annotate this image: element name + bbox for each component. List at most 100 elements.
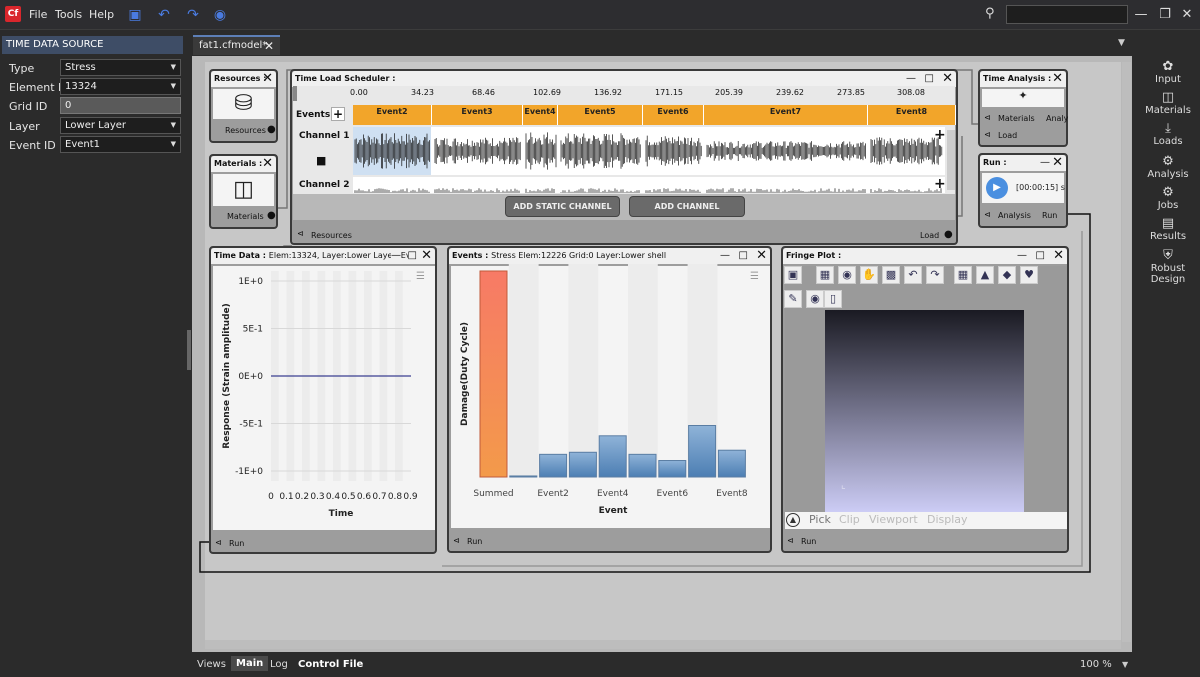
input-port-icon[interactable]: ⊲ [787, 536, 794, 545]
restore-icon[interactable]: ❐ [1156, 6, 1174, 24]
play-button[interactable]: ▶ [986, 177, 1008, 199]
menu-file[interactable]: File [29, 8, 47, 21]
camera-icon[interactable]: ◉ [211, 6, 229, 24]
close-icon[interactable]: ✕ [1178, 6, 1196, 24]
palette-icon[interactable]: ◆ [998, 266, 1016, 284]
minimize-icon[interactable]: — [1017, 248, 1027, 264]
event-block-2[interactable]: Event2 [353, 105, 432, 125]
close-icon[interactable]: ✕ [264, 37, 274, 55]
menu-tools[interactable]: Tools [55, 8, 82, 21]
panel-splitter[interactable] [187, 330, 191, 370]
heart-icon[interactable]: ♥ [1020, 266, 1038, 284]
person-icon[interactable]: ▲ [976, 266, 994, 284]
event-block-6[interactable]: Event6 [643, 105, 704, 125]
save-icon[interactable]: ▣ [126, 6, 144, 24]
zoom-box-icon[interactable]: ▩ [882, 266, 900, 284]
tab-log[interactable]: Log [270, 659, 288, 670]
input-port-icon[interactable]: ⊲ [984, 113, 991, 122]
clip-tab[interactable]: Clip [839, 513, 860, 526]
close-icon[interactable]: ✕ [942, 71, 953, 87]
grid-id-field[interactable]: 0 [60, 97, 181, 114]
fit-view-icon[interactable]: ▦ [816, 266, 834, 284]
materials-node[interactable]: Materials : ✕ ◫ Materials ● [209, 154, 278, 229]
element-id-select[interactable]: 13324 ▼ [60, 78, 181, 95]
close-icon[interactable]: ✕ [421, 248, 432, 264]
add-static-channel-button[interactable]: ADD STATIC CHANNEL [505, 196, 620, 217]
undo-icon[interactable]: ↶ [155, 6, 173, 24]
trash-icon[interactable]: ■ [316, 154, 326, 167]
close-icon[interactable]: ✕ [1053, 248, 1064, 264]
pan-icon[interactable]: ✋ [860, 266, 878, 284]
minimize-icon[interactable]: — [1040, 155, 1050, 171]
tab-menu-icon[interactable]: ▼ [1118, 38, 1125, 48]
add-event-button[interactable]: + [331, 107, 345, 121]
event-id-select[interactable]: Event1 ▼ [60, 136, 181, 153]
sidebar-item-jobs[interactable]: ⚙ Jobs [1136, 186, 1200, 212]
input-port-icon[interactable]: ⊲ [984, 210, 991, 219]
close-icon[interactable]: ✕ [1052, 155, 1063, 171]
view-cube-icon[interactable]: ▣ [784, 266, 802, 284]
channel-1-track[interactable] [353, 127, 945, 175]
add-channel-2-icon[interactable]: + [934, 176, 946, 192]
time-analysis-node[interactable]: Time Analysis : ✕ ✦ ⊲ Materials Analy ⊲ L… [978, 69, 1068, 147]
close-icon[interactable]: ✕ [262, 156, 273, 172]
event-block-7[interactable]: Event7 [704, 105, 868, 125]
minimize-icon[interactable]: — [391, 248, 401, 264]
input-port-icon[interactable]: ⊲ [297, 229, 304, 238]
event-block-4[interactable]: Event4 [523, 105, 558, 125]
tab-control-file[interactable]: Control File [298, 659, 363, 670]
tab-main[interactable]: Main [231, 656, 269, 671]
output-port-icon[interactable]: ● [944, 229, 953, 240]
collapse-icon[interactable]: ▲ [786, 513, 800, 527]
add-channel-button[interactable]: ADD CHANNEL [629, 196, 745, 217]
grid-icon[interactable]: ▦ [954, 266, 972, 284]
input-port-icon[interactable]: ⊲ [215, 538, 222, 547]
resources-node[interactable]: Resources : ✕ ⛁ Resources ● [209, 69, 278, 143]
search-input[interactable] [1006, 5, 1128, 24]
display-tab[interactable]: Display [927, 513, 968, 526]
zoom-level[interactable]: 100 % [1080, 659, 1112, 670]
layer-select[interactable]: Lower Layer ▼ [60, 117, 181, 134]
input-port-icon[interactable]: ⊲ [453, 536, 460, 545]
rotate-icon[interactable]: ◉ [838, 266, 856, 284]
output-port-icon[interactable]: ● [267, 124, 276, 135]
run-node[interactable]: Run : — ✕ ▶ [00:00:15] s ⊲ Analysis Run [978, 153, 1068, 228]
sidebar-item-analysis[interactable]: ⚙ Analysis [1136, 155, 1200, 181]
sidebar-item-loads[interactable]: ⤓ Loads [1136, 122, 1200, 148]
input-port-icon[interactable]: ⊲ [984, 130, 991, 139]
eyedropper-icon[interactable]: ✎ [784, 290, 802, 308]
sidebar-item-input[interactable]: ✿ Input [1136, 60, 1200, 86]
zoom-dropdown-icon[interactable]: ▼ [1122, 660, 1128, 669]
sidebar-item-materials[interactable]: ◫ Materials [1136, 91, 1200, 117]
sidebar-item-robust-design[interactable]: ⛨ Robust Design [1136, 249, 1200, 286]
channel-2-track[interactable] [353, 177, 945, 193]
close-icon[interactable]: ✕ [262, 71, 273, 87]
undo-view-icon[interactable]: ↶ [904, 266, 922, 284]
minimize-icon[interactable]: — [906, 71, 916, 87]
camera-icon[interactable]: ◉ [806, 290, 824, 308]
fringe-viewport[interactable] [825, 310, 1024, 512]
event-block-3[interactable]: Event3 [432, 105, 523, 125]
close-icon[interactable]: ✕ [756, 248, 767, 264]
close-icon[interactable]: ✕ [1052, 71, 1063, 87]
type-select[interactable]: Stress ▼ [60, 59, 181, 76]
event-block-8[interactable]: Event8 [868, 105, 956, 125]
maximize-icon[interactable]: □ [407, 248, 417, 264]
maximize-icon[interactable]: □ [925, 71, 934, 87]
redo-icon[interactable]: ↷ [184, 6, 202, 24]
minimize-icon[interactable]: — [1132, 6, 1150, 24]
maximize-icon[interactable]: □ [1036, 248, 1045, 264]
channel-scrollbar[interactable] [947, 130, 955, 190]
channel-waveforms[interactable] [353, 127, 945, 193]
event-block-5[interactable]: Event5 [558, 105, 643, 125]
menu-help[interactable]: Help [89, 8, 114, 21]
timeline-slider[interactable] [293, 86, 297, 101]
tab-fat1-cfmodel[interactable]: fat1.cfmodel* ✕ [193, 35, 280, 55]
viewport-tab[interactable]: Viewport [869, 513, 918, 526]
add-channel-1-icon[interactable]: + [934, 127, 946, 143]
tab-views[interactable]: Views [197, 659, 226, 670]
pick-tab[interactable]: Pick [809, 513, 831, 526]
minimize-icon[interactable]: — [720, 248, 730, 264]
redo-view-icon[interactable]: ↷ [926, 266, 944, 284]
sidebar-item-results[interactable]: ▤ Results [1136, 217, 1200, 243]
